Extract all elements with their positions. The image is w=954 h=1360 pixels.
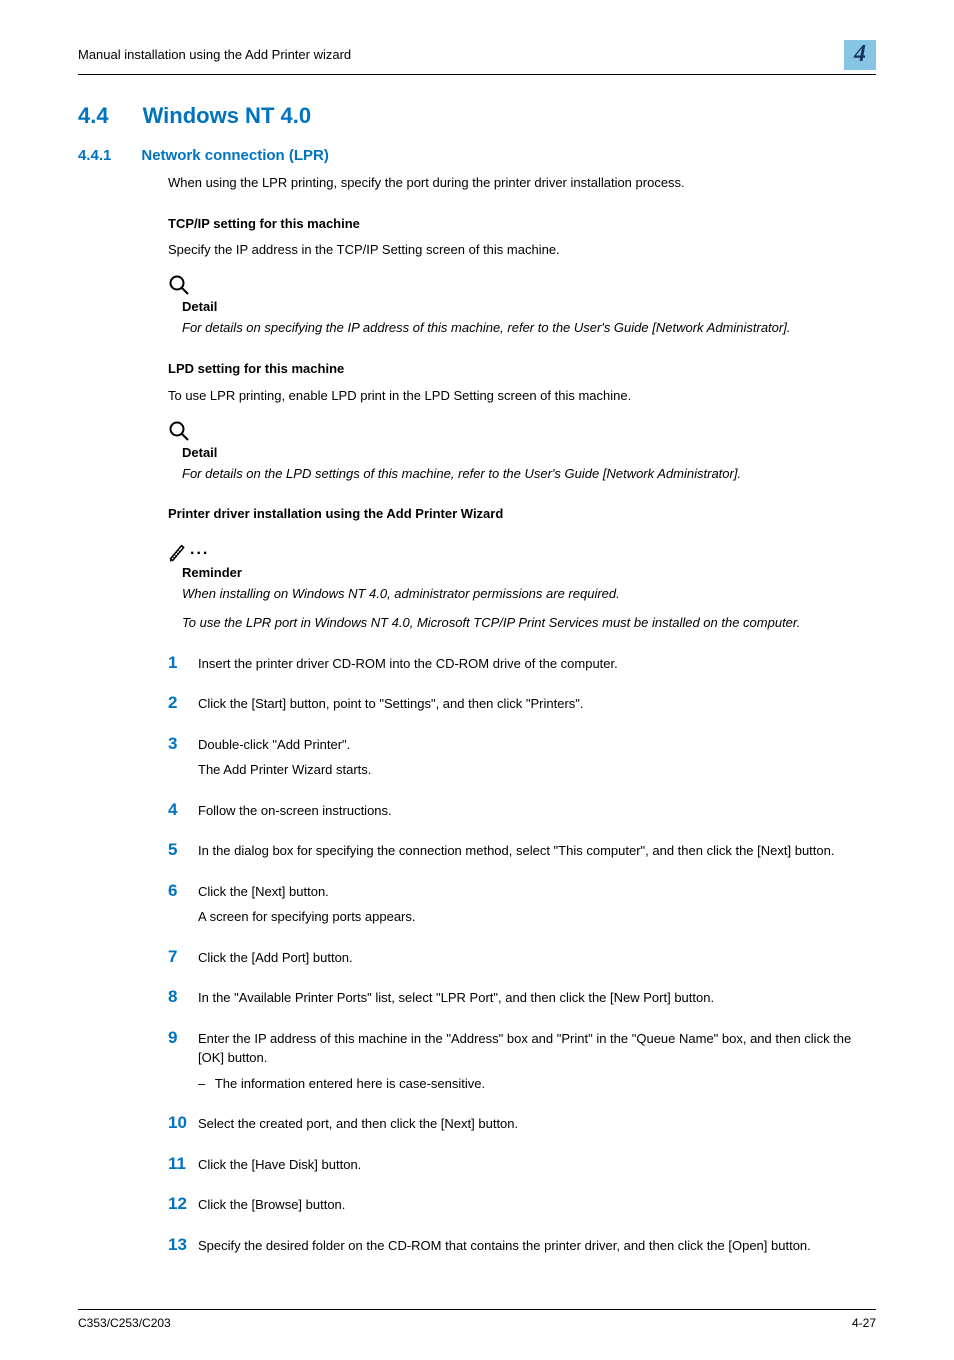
- subheading-wizard: Printer driver installation using the Ad…: [168, 505, 876, 524]
- note-paragraph: To use the LPR port in Windows NT 4.0, M…: [182, 614, 876, 633]
- h2-number: 4.4.1: [78, 147, 111, 164]
- step-number: 9: [168, 1026, 198, 1051]
- breadcrumb: Manual installation using the Add Printe…: [78, 47, 351, 62]
- step-body: Specify the desired folder on the CD-ROM…: [198, 1236, 811, 1262]
- intro-paragraph: When using the LPR printing, specify the…: [168, 174, 876, 193]
- section-heading-1: 4.4 Windows NT 4.0: [78, 103, 876, 129]
- note-title: Reminder: [182, 564, 876, 583]
- footer-model: C353/C253/C203: [78, 1316, 171, 1330]
- step-body: Enter the IP address of this machine in …: [198, 1029, 876, 1100]
- magnifier-icon: [168, 420, 876, 442]
- step-item: 13Specify the desired folder on the CD-R…: [168, 1233, 876, 1262]
- step-item: 4Follow the on-screen instructions.: [168, 798, 876, 827]
- step-body: Follow the on-screen instructions.: [198, 801, 392, 827]
- main-content: When using the LPR printing, specify the…: [168, 174, 876, 1261]
- step-body: Select the created port, and then click …: [198, 1114, 518, 1140]
- step-subitem: The information entered here is case-sen…: [214, 1074, 876, 1094]
- step-item: 2Click the [Start] button, point to "Set…: [168, 691, 876, 720]
- paragraph: To use LPR printing, enable LPD print in…: [168, 387, 876, 406]
- step-text: Click the [Start] button, point to "Sett…: [198, 694, 584, 714]
- step-text: In the dialog box for specifying the con…: [198, 841, 834, 861]
- step-number: 10: [168, 1111, 198, 1136]
- steps-list: 1Insert the printer driver CD-ROM into t…: [168, 651, 876, 1262]
- section-heading-2: 4.4.1 Network connection (LPR): [78, 147, 876, 164]
- magnifier-icon: [168, 274, 876, 296]
- step-text: Select the created port, and then click …: [198, 1114, 518, 1134]
- pencil-icon: ...: [168, 538, 876, 562]
- note-title: Detail: [182, 444, 876, 463]
- step-body: Click the [Have Disk] button.: [198, 1155, 361, 1181]
- step-text: Enter the IP address of this machine in …: [198, 1029, 876, 1068]
- h2-title: Network connection (LPR): [141, 147, 329, 164]
- detail-note: Detail For details on specifying the IP …: [168, 274, 876, 338]
- step-item: 3Double-click "Add Printer". The Add Prin…: [168, 732, 876, 786]
- subheading-lpd: LPD setting for this machine: [168, 360, 876, 379]
- step-number: 8: [168, 985, 198, 1010]
- step-number: 5: [168, 838, 198, 863]
- step-item: 12Click the [Browse] button.: [168, 1192, 876, 1221]
- step-text: Insert the printer driver CD-ROM into th…: [198, 654, 618, 674]
- step-text: The Add Printer Wizard starts.: [198, 760, 371, 780]
- chapter-number-box: 4: [844, 40, 876, 70]
- step-item: 1Insert the printer driver CD-ROM into t…: [168, 651, 876, 680]
- note-body: For details on the LPD settings of this …: [182, 465, 876, 484]
- subheading-tcpip: TCP/IP setting for this machine: [168, 215, 876, 234]
- step-body: In the "Available Printer Ports" list, s…: [198, 988, 714, 1014]
- step-item: 10Select the created port, and then clic…: [168, 1111, 876, 1140]
- page-footer: C353/C253/C203 4-27: [78, 1309, 876, 1330]
- page-header: Manual installation using the Add Printe…: [78, 40, 876, 75]
- step-text: Click the [Browse] button.: [198, 1195, 345, 1215]
- step-text: Click the [Have Disk] button.: [198, 1155, 361, 1175]
- footer-page-number: 4-27: [852, 1316, 876, 1330]
- step-body: Click the [Browse] button.: [198, 1195, 345, 1221]
- step-number: 1: [168, 651, 198, 676]
- note-paragraph: When installing on Windows NT 4.0, admin…: [182, 585, 876, 604]
- step-number: 7: [168, 945, 198, 970]
- step-text: Click the [Next] button.: [198, 882, 416, 902]
- h1-title: Windows NT 4.0: [143, 103, 311, 129]
- step-item: 8In the "Available Printer Ports" list, …: [168, 985, 876, 1014]
- step-text: Double-click "Add Printer".: [198, 735, 371, 755]
- reminder-note: ... Reminder When installing on Windows …: [168, 538, 876, 632]
- step-number: 13: [168, 1233, 198, 1258]
- step-text: Follow the on-screen instructions.: [198, 801, 392, 821]
- step-item: 9Enter the IP address of this machine in…: [168, 1026, 876, 1100]
- step-text: Click the [Add Port] button.: [198, 948, 353, 968]
- step-text: A screen for specifying ports appears.: [198, 907, 416, 927]
- step-body: Insert the printer driver CD-ROM into th…: [198, 654, 618, 680]
- step-body: Click the [Add Port] button.: [198, 948, 353, 974]
- step-text: Specify the desired folder on the CD-ROM…: [198, 1236, 811, 1256]
- ellipsis-icon: ...: [190, 541, 209, 558]
- note-title: Detail: [182, 298, 876, 317]
- paragraph: Specify the IP address in the TCP/IP Set…: [168, 241, 876, 260]
- step-body: Double-click "Add Printer". The Add Print…: [198, 735, 371, 786]
- step-number: 12: [168, 1192, 198, 1217]
- step-body: In the dialog box for specifying the con…: [198, 841, 834, 867]
- step-item: 11Click the [Have Disk] button.: [168, 1152, 876, 1181]
- step-item: 5In the dialog box for specifying the co…: [168, 838, 876, 867]
- step-item: 6Click the [Next] button. A screen for sp…: [168, 879, 876, 933]
- step-body: Click the [Next] button. A screen for spe…: [198, 882, 416, 933]
- step-number: 6: [168, 879, 198, 904]
- h1-number: 4.4: [78, 103, 109, 129]
- step-item: 7Click the [Add Port] button.: [168, 945, 876, 974]
- step-number: 11: [168, 1152, 198, 1177]
- note-body: For details on specifying the IP address…: [182, 319, 876, 338]
- step-number: 4: [168, 798, 198, 823]
- step-text: In the "Available Printer Ports" list, s…: [198, 988, 714, 1008]
- step-number: 2: [168, 691, 198, 716]
- detail-note: Detail For details on the LPD settings o…: [168, 420, 876, 484]
- step-body: Click the [Start] button, point to "Sett…: [198, 694, 584, 720]
- note-body: When installing on Windows NT 4.0, admin…: [182, 585, 876, 633]
- step-number: 3: [168, 732, 198, 757]
